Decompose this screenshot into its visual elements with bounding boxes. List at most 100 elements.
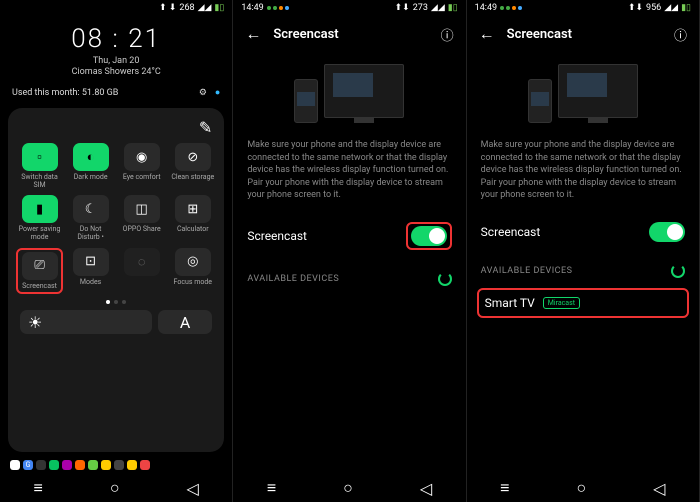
monitor-illustration [558,64,638,118]
tile-button[interactable]: ☾ [73,195,109,223]
tile-button[interactable]: ◫ [124,195,160,223]
screencast-illustration [467,52,699,131]
app-icon[interactable] [36,460,46,470]
screencast-header: ← Screencast ⓘ [233,16,465,52]
edit-icon[interactable]: ✎ [199,118,212,137]
available-label: AVAILABLE DEVICES [247,274,339,284]
device-highlight: Smart TV Miracast [477,288,689,318]
page-title: Screencast [273,27,428,42]
tile-label: Dark mode [74,174,108,182]
navbar: ≡ ○ ◁ [233,474,465,502]
pagination [16,294,216,310]
screencast-panel-device: 14:49 ⬆⬇ 956 ◢◢ ▮▯ ← Screencast ⓘ Make s… [467,0,700,502]
tile-clean-storage: ⊘ Clean storage [169,143,216,189]
tile-button[interactable]: ◐ [73,143,109,171]
app-icon[interactable] [49,460,59,470]
tile-button[interactable]: ◌ [124,248,160,276]
tile-calculator: ⊞ Calculator [169,195,216,241]
tile-label: Power saving mode [18,226,62,241]
screencast-toggle[interactable] [649,222,685,242]
signal-bars-icon: ◢◢ [664,3,678,13]
app-icon[interactable] [62,460,72,470]
brightness-slider[interactable]: ☀ [20,310,152,334]
sliders-row: ☀ A [16,310,216,334]
user-icon[interactable]: ● [215,87,220,98]
info-icon[interactable]: ⓘ [674,25,687,44]
statusbar: 14:49 ⬆⬇ 956 ◢◢ ▮▯ [467,0,699,16]
auto-brightness-button[interactable]: A [158,310,213,334]
tile-oppo-share: ◫ OPPO Share [118,195,165,241]
nav-back-icon[interactable]: ◁ [653,479,665,498]
statusbar: ⬆ ⬇ 268 ◢◢ ▮▯ [0,0,232,16]
notification-dots [267,6,289,10]
tile-button[interactable]: ⎚ [22,252,58,280]
tile-label: Clean storage [171,174,214,182]
nav-home-icon[interactable]: ○ [577,478,587,498]
statusbar: 14:49 ⬆⬇ 273 ◢◢ ▮▯ [233,0,465,16]
page-dot[interactable] [122,300,126,304]
spinner-icon [671,264,685,278]
nav-recent-icon[interactable]: ≡ [34,478,43,498]
toggle-highlight [406,222,452,250]
tile-button[interactable]: ▫ [22,143,58,171]
app-icon[interactable] [88,460,98,470]
monitor-illustration [324,64,404,118]
tile-label: Calculator [177,226,209,234]
screencast-header: ← Screencast ⓘ [467,16,699,52]
data-usage-text: Used this month: 51.80 GB [12,88,118,98]
nav-recent-icon[interactable]: ≡ [267,478,276,498]
available-devices-header: AVAILABLE DEVICES [467,254,699,288]
tile-button[interactable]: ⊞ [175,195,211,223]
tile-do-not-disturb-•: ☾Do Not Disturb • [67,195,114,241]
toggle-label: Screencast [247,229,307,243]
available-devices-header: AVAILABLE DEVICES [233,262,465,296]
signal-bars-icon: ◢◢ [198,3,212,13]
quick-panel: ✎ ▫Switch data SIM◐Dark mode◉Eye comfort… [8,108,224,452]
app-icon[interactable] [127,460,137,470]
page-dot[interactable] [106,300,110,304]
info-icon[interactable]: ⓘ [441,25,454,44]
battery-icon: ▮▯ [214,3,224,13]
tile-button[interactable]: ⊘ [175,143,211,171]
app-icon[interactable] [140,460,150,470]
screencast-toggle[interactable] [411,226,447,246]
app-icon[interactable] [114,460,124,470]
screencast-toggle-row: Screencast [233,210,465,262]
app-icon[interactable] [10,460,20,470]
toggle-label: Screencast [481,225,541,239]
back-icon[interactable]: ← [479,24,495,44]
nav-home-icon[interactable]: ○ [110,478,120,498]
available-label: AVAILABLE DEVICES [481,266,573,276]
app-icon[interactable] [101,460,111,470]
tile-label: Eye comfort [123,174,161,182]
gear-icon[interactable]: ⚙ [199,88,207,98]
navbar: ≡ ○ ◁ [0,474,232,502]
tile-button[interactable]: ◉ [124,143,160,171]
nav-home-icon[interactable]: ○ [343,478,353,498]
net-text: 273 [413,3,428,13]
page-dot[interactable] [114,300,118,304]
nav-recent-icon[interactable]: ≡ [500,478,509,498]
app-icon[interactable]: G [23,460,33,470]
tile-label: Screencast [22,283,57,291]
signal-icon: ⬆ ⬇ [159,3,176,13]
nav-back-icon[interactable]: ◁ [187,479,199,498]
phone-illustration [294,79,318,123]
tile-button[interactable]: ⊡ [73,248,109,276]
weather: Ciomas Showers 24°C [0,67,232,77]
screencast-panel-toggle: 14:49 ⬆⬇ 273 ◢◢ ▮▯ ← Screencast ⓘ Make s… [233,0,466,502]
tile-label: OPPO Share [123,226,161,234]
tile-button[interactable]: ◎ [175,248,211,276]
back-icon[interactable]: ← [245,24,261,44]
date: Thu, Jan 20 [0,56,232,66]
clock: 08 : 21 [0,24,232,54]
screencast-toggle-row: Screencast [467,210,699,254]
device-row[interactable]: Smart TV Miracast [479,290,687,316]
nav-back-icon[interactable]: ◁ [420,479,432,498]
tile-button[interactable]: ▮ [22,195,58,223]
screencast-illustration [233,52,465,131]
tile-screencast: ⎚ Screencast [16,248,63,295]
app-icon[interactable] [75,460,85,470]
dock-row: G [0,456,232,474]
navbar: ≡ ○ ◁ [467,474,699,502]
